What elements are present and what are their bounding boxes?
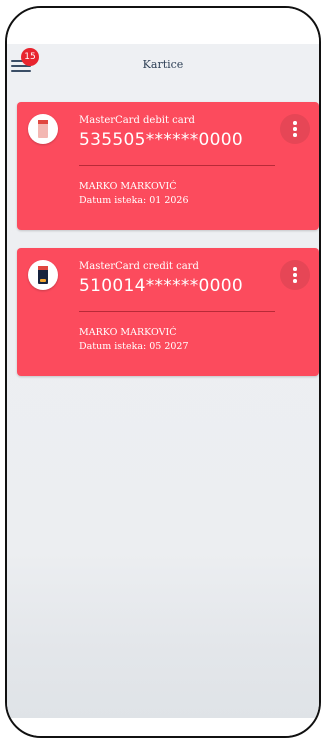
card-type: MasterCard debit card (79, 115, 195, 126)
app-header: 15 Kartice (7, 44, 319, 90)
card-number: 510014******0000 (79, 276, 243, 296)
page-title: Kartice (142, 58, 184, 71)
credit-card-icon (38, 266, 48, 284)
debit-card-icon (38, 120, 48, 138)
bottom-bar (7, 718, 319, 736)
card-number: 535505******0000 (79, 130, 243, 150)
card-expiry: Datum isteka: 01 2026 (79, 195, 189, 206)
divider (79, 311, 275, 312)
phone-frame: 15 Kartice MasterCard debit card 535505*… (5, 6, 321, 738)
card-item[interactable]: MasterCard debit card 535505******0000 M… (17, 102, 319, 230)
status-bar (7, 8, 319, 44)
card-options-button[interactable] (280, 114, 310, 144)
card-holder-name: MARKO MARKOVIĆ (79, 181, 177, 192)
card-expiry: Datum isteka: 05 2027 (79, 341, 189, 352)
app-screen: 15 Kartice MasterCard debit card 535505*… (7, 44, 319, 720)
card-type: MasterCard credit card (79, 261, 199, 272)
card-thumbnail (28, 114, 58, 144)
card-options-button[interactable] (280, 260, 310, 290)
card-thumbnail (28, 260, 58, 290)
card-item[interactable]: MasterCard credit card 510014******0000 … (17, 248, 319, 376)
card-holder-name: MARKO MARKOVIĆ (79, 327, 177, 338)
divider (79, 165, 275, 166)
